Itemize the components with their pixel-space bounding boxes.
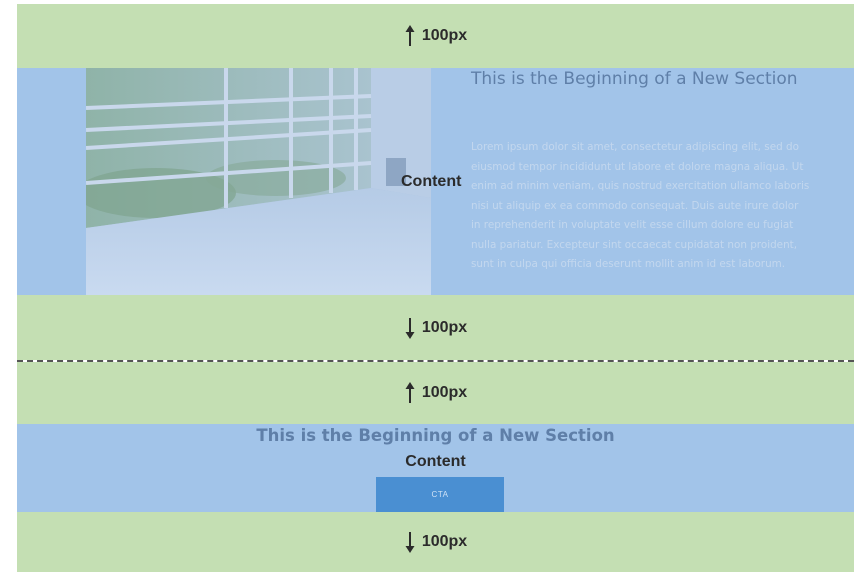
section1-title: This is the Beginning of a New Section — [471, 69, 798, 89]
hallway-photo — [86, 68, 431, 295]
section1-body-text: Lorem ipsum dolor sit amet, consectetur … — [471, 141, 810, 270]
section2-bottom-padding-label: 100px — [404, 531, 467, 553]
section2-content-label: Content — [405, 453, 466, 470]
arrow-up-icon — [405, 382, 415, 403]
section1-top-padding-value: 100px — [421, 27, 468, 44]
section1-bottom-padding-label: 100px — [404, 317, 467, 339]
section2-content-area: This is the Beginning of a New Section C… — [17, 424, 854, 512]
section2-title: This is the Beginning of a New Section — [256, 426, 615, 445]
section1-top-padding-label: 100px — [404, 25, 467, 47]
section1-content-area: This is the Beginning of a New Section L… — [17, 68, 854, 295]
section2-bottom-padding: 100px — [17, 512, 854, 572]
section1-bottom-padding-value: 100px — [421, 318, 468, 336]
arrow-down-icon — [405, 317, 415, 339]
section2-top-padding: 100px — [17, 362, 854, 424]
section2-top-padding-value: 100px — [421, 384, 468, 401]
section1-content-label: Content — [401, 173, 462, 190]
cta-button[interactable]: CTA — [376, 477, 504, 512]
arrow-up-icon — [405, 25, 415, 46]
section2-top-padding-label: 100px — [404, 382, 467, 404]
arrow-down-icon — [405, 532, 415, 553]
spacing-diagram: 100px This is the Beginning of a New Sec… — [17, 4, 854, 572]
section2-bottom-padding-value: 100px — [421, 533, 468, 550]
section1-bottom-padding: 100px — [17, 295, 854, 360]
section1-top-padding: 100px — [17, 4, 854, 68]
